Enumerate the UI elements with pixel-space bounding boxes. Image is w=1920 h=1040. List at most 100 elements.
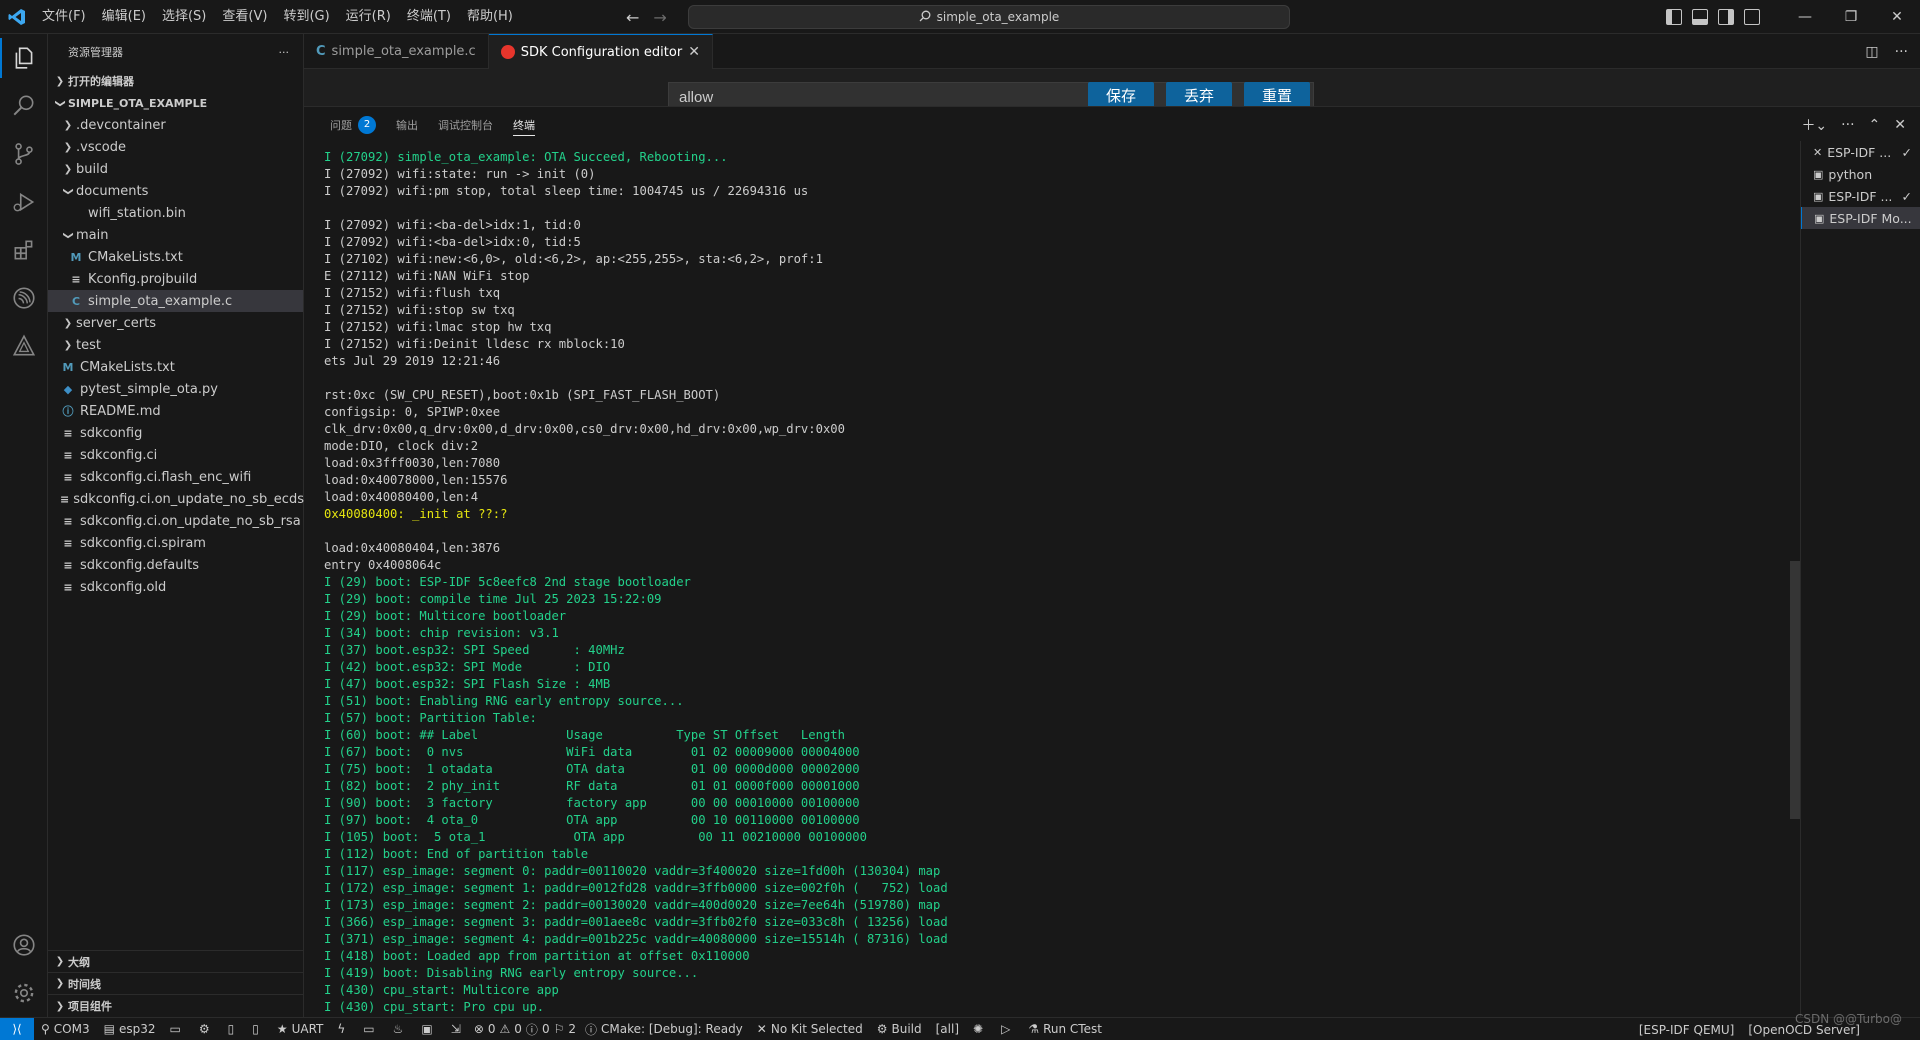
more-actions-icon[interactable]: ···: [1895, 44, 1908, 60]
explorer-icon[interactable]: [0, 34, 48, 82]
status-item[interactable]: ▭: [356, 1018, 385, 1040]
status-item[interactable]: [all]: [929, 1018, 966, 1040]
tree-item[interactable]: ❯ main: [48, 224, 303, 246]
terminal-output[interactable]: I (27092) simple_ota_example: OTA Succee…: [324, 149, 1784, 1017]
status-item[interactable]: ⊗ 0: [472, 1018, 498, 1040]
more-actions-icon[interactable]: ···: [1841, 117, 1854, 133]
status-item[interactable]: ▭: [162, 1018, 191, 1040]
close-window-icon[interactable]: ✕: [1874, 0, 1920, 34]
tree-item[interactable]: ≡ sdkconfig.ci: [48, 444, 303, 466]
status-item[interactable]: ▯: [221, 1018, 246, 1040]
reset-button[interactable]: 重置: [1244, 82, 1310, 106]
minimize-icon[interactable]: —: [1782, 0, 1828, 34]
idf-tools-icon[interactable]: [0, 322, 48, 370]
status-item[interactable]: ⚙ Build: [870, 1018, 929, 1040]
menu-selection[interactable]: 选择(S): [154, 0, 214, 34]
maximize-panel-icon[interactable]: ⌃: [1869, 117, 1881, 133]
esp-idf-qemu-item[interactable]: [ESP-IDF QEMU]: [1632, 1018, 1742, 1040]
tree-item[interactable]: ❯ .devcontainer: [48, 114, 303, 136]
menu-view[interactable]: 查看(V): [214, 0, 275, 34]
remote-icon[interactable]: ⟩⟨: [0, 1017, 34, 1040]
tree-item[interactable]: ≡ sdkconfig.ci.on_update_no_sb_ecdsa: [48, 488, 312, 510]
tree-item[interactable]: M CMakeLists.txt: [48, 356, 303, 378]
tree-item[interactable]: Csimple_ota_example.c: [48, 290, 303, 312]
menu-edit[interactable]: 编辑(E): [94, 0, 154, 34]
status-item[interactable]: ⓘ 0: [524, 1018, 552, 1040]
tree-item[interactable]: ◆ pytest_simple_ota.py: [48, 378, 303, 400]
tree-item[interactable]: ≡ sdkconfig: [48, 422, 303, 444]
tab-output[interactable]: 输出: [386, 107, 428, 142]
tree-item[interactable]: ❯ test: [48, 334, 303, 356]
more-actions-icon[interactable]: ···: [279, 46, 290, 59]
status-item[interactable]: ⚠ 0: [498, 1018, 524, 1040]
extensions-icon[interactable]: [0, 226, 48, 274]
outline-section[interactable]: ❯ 大纲: [48, 951, 304, 973]
save-button[interactable]: 保存: [1088, 82, 1154, 106]
tree-item[interactable]: ❯ server_certs: [48, 312, 303, 334]
toggle-panel-icon[interactable]: [1692, 9, 1708, 25]
tree-item[interactable]: wifi_station.bin: [48, 202, 303, 224]
terminal-list-item[interactable]: ▣ ESP-IDF Mo...: [1801, 207, 1920, 229]
tree-item[interactable]: ≡ sdkconfig.ci.flash_enc_wifi: [48, 466, 303, 488]
restore-icon[interactable]: ❐: [1828, 0, 1874, 34]
status-item[interactable]: ⓘ CMake: [Debug]: Ready: [578, 1018, 750, 1040]
tree-item[interactable]: ≡ sdkconfig.old: [48, 576, 303, 598]
back-arrow-icon[interactable]: ←: [626, 8, 639, 27]
split-editor-icon[interactable]: ◫: [1865, 44, 1878, 60]
close-icon[interactable]: ✕: [688, 44, 700, 60]
status-item[interactable]: ⚙: [192, 1018, 221, 1040]
status-item[interactable]: ♨: [386, 1018, 415, 1040]
menu-go[interactable]: 转到(G): [275, 0, 337, 34]
status-item[interactable]: ϟ: [330, 1018, 356, 1040]
terminal-list-item[interactable]: ✕ ESP-IDF ... ✓: [1801, 141, 1920, 163]
tree-item[interactable]: ≡ sdkconfig.ci.on_update_no_sb_rsa: [48, 510, 303, 532]
status-item[interactable]: ★ UART: [270, 1018, 331, 1040]
tree-item[interactable]: ⓘ README.md: [48, 400, 303, 422]
tree-item[interactable]: ❯ .vscode: [48, 136, 303, 158]
toggle-secondary-sidebar-icon[interactable]: [1718, 9, 1734, 25]
new-terminal-plus-icon[interactable]: ＋⌄: [1801, 115, 1827, 135]
status-item[interactable]: ▯: [245, 1018, 270, 1040]
discard-button[interactable]: 丢弃: [1166, 82, 1232, 106]
tab-terminal[interactable]: 终端: [503, 107, 545, 142]
tab-debug-console[interactable]: 调试控制台: [428, 107, 503, 142]
command-center-search[interactable]: simple_ota_example: [688, 5, 1290, 29]
terminal-scrollbar[interactable]: [1790, 561, 1800, 819]
project-section[interactable]: ❯ SIMPLE_OTA_EXAMPLE: [48, 92, 303, 114]
terminal-list-item[interactable]: ▣ ESP-IDF ... ✓: [1801, 185, 1920, 207]
customize-layout-icon[interactable]: [1744, 9, 1760, 25]
status-item[interactable]: ▤ esp32: [97, 1018, 163, 1040]
timeline-section[interactable]: ❯ 时间线: [48, 973, 304, 995]
manage-gear-icon[interactable]: [0, 969, 48, 1017]
status-item[interactable]: ⇲: [444, 1018, 472, 1040]
tree-item[interactable]: ≡ Kconfig.projbuild: [48, 268, 303, 290]
run-debug-icon[interactable]: [0, 178, 48, 226]
search-view-icon[interactable]: [0, 82, 48, 130]
tree-item[interactable]: ❯ documents: [48, 180, 303, 202]
tab-simple-ota-example-c[interactable]: C simple_ota_example.c: [304, 34, 489, 69]
account-icon[interactable]: [0, 921, 48, 969]
status-item[interactable]: ⚐ 2: [552, 1018, 578, 1040]
status-item[interactable]: ▷: [994, 1018, 1021, 1040]
status-item[interactable]: ⚲ COM3: [34, 1018, 97, 1040]
menu-run[interactable]: 运行(R): [338, 0, 399, 34]
tree-item[interactable]: ≡ sdkconfig.ci.spiram: [48, 532, 303, 554]
project-components-section[interactable]: ❯ 项目组件: [48, 995, 304, 1017]
forward-arrow-icon[interactable]: →: [653, 8, 666, 27]
open-editors-section[interactable]: ❯ 打开的编辑器: [48, 70, 303, 92]
terminal-list-item[interactable]: ▣ python: [1801, 163, 1920, 185]
menu-help[interactable]: 帮助(H): [459, 0, 521, 34]
tree-item[interactable]: ❯ build: [48, 158, 303, 180]
source-control-icon[interactable]: [0, 130, 48, 178]
toggle-sidebar-icon[interactable]: [1666, 9, 1682, 25]
tab-problems[interactable]: 问题 2: [320, 107, 386, 142]
menu-terminal[interactable]: 终端(T): [399, 0, 459, 34]
menu-file[interactable]: 文件(F): [34, 0, 94, 34]
status-item[interactable]: ▣: [414, 1018, 443, 1040]
tree-item[interactable]: ≡ sdkconfig.defaults: [48, 554, 303, 576]
close-panel-icon[interactable]: ✕: [1894, 117, 1906, 133]
status-item[interactable]: ✕ No Kit Selected: [750, 1018, 870, 1040]
tree-item[interactable]: M CMakeLists.txt: [48, 246, 303, 268]
status-item[interactable]: ✺: [966, 1018, 994, 1040]
tab-sdk-configuration-editor[interactable]: SDK Configuration editor ✕: [488, 34, 713, 69]
